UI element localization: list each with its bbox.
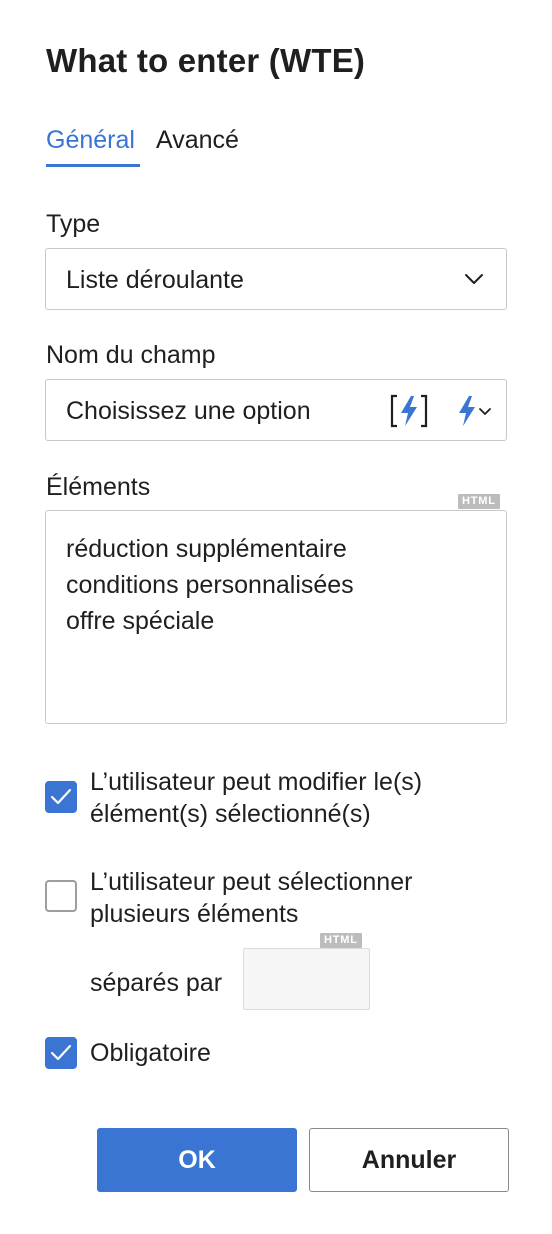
type-select[interactable]: Liste déroulante [45,248,507,310]
separator-input[interactable] [243,948,370,1010]
html-badge: HTML [320,933,362,948]
multi-select-checkbox[interactable] [45,880,77,912]
type-select-value: Liste déroulante [66,266,244,294]
multi-select-label-line1: L’utilisateur peut sélectionner [90,868,413,896]
html-badge: HTML [458,494,500,509]
type-label: Type [46,210,101,238]
dialog-title: What to enter (WTE) [46,42,366,79]
checkmark-icon [50,1044,72,1061]
cancel-button[interactable]: Annuler [309,1128,509,1192]
active-tab-indicator [46,164,140,167]
field-name-value: Choisissez une option [66,397,311,425]
ok-button[interactable]: OK [97,1128,297,1192]
elements-textarea[interactable]: réduction supplémentaire conditions pers… [45,510,507,724]
lightning-dropdown-icon[interactable] [456,394,496,428]
multi-select-label: L’utilisateur peut sélectionner plusieur… [90,866,412,930]
element-line: conditions personnalisées [66,571,354,599]
bracketed-lightning-icon[interactable] [390,394,428,428]
chevron-down-icon [465,274,483,284]
field-name-label: Nom du champ [46,341,216,369]
separator-label: séparés par [90,969,223,997]
elements-label: Éléments [46,473,151,501]
element-line: offre spéciale [66,607,215,635]
can-edit-label: L’utilisateur peut modifier le(s) élémen… [90,766,422,830]
tab-advanced[interactable]: Avancé [156,124,239,156]
required-label: Obligatoire [90,1039,211,1067]
can-edit-label-line2: élément(s) sélectionné(s) [90,800,371,828]
field-name-select[interactable]: Choisissez une option [45,379,507,441]
element-line: réduction supplémentaire [66,535,347,563]
required-checkbox[interactable] [45,1037,77,1069]
tab-general[interactable]: Général [46,124,135,156]
can-edit-checkbox[interactable] [45,781,77,813]
multi-select-label-line2: plusieurs éléments [90,900,299,928]
can-edit-label-line1: L’utilisateur peut modifier le(s) [90,768,423,796]
checkmark-icon [50,788,72,805]
